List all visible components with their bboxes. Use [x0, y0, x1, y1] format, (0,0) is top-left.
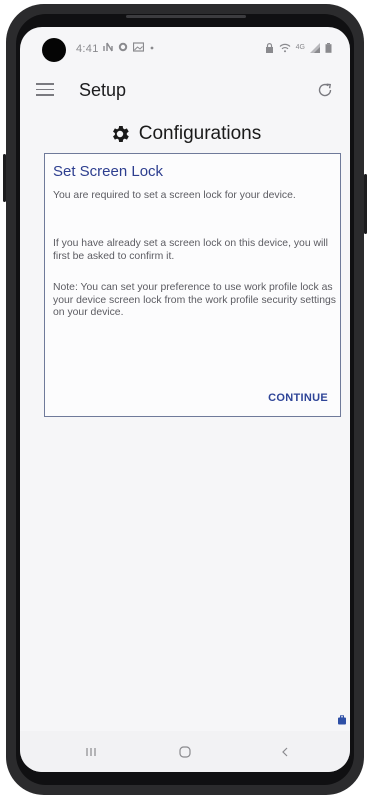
lte-icon: 4G	[295, 44, 305, 51]
system-status-icons: 4G	[265, 42, 332, 54]
refresh-icon[interactable]	[316, 81, 334, 99]
battery-icon	[325, 43, 332, 53]
navigation-bar	[20, 731, 350, 772]
home-icon[interactable]	[170, 741, 200, 763]
earpiece-speaker	[126, 15, 246, 18]
volume-button	[3, 154, 6, 202]
card-paragraph-confirm: If you have already set a screen lock on…	[53, 238, 328, 262]
screen-lock-card: Set Screen Lock You are required to set …	[44, 153, 341, 417]
configurations-header: Configurations	[20, 119, 350, 149]
work-profile-badge-icon	[338, 715, 346, 725]
recent-apps-icon[interactable]	[76, 741, 106, 763]
network-activity-icon	[103, 42, 113, 52]
status-bar: 4:41 4G	[20, 27, 350, 71]
settings-notification-icon	[118, 42, 128, 52]
front-camera	[42, 38, 66, 62]
app-bar: Setup	[20, 71, 350, 113]
notification-icons	[103, 42, 155, 52]
page-title: Configurations	[138, 123, 262, 144]
card-paragraph-note: Note: You can set your preference to use…	[53, 282, 336, 318]
power-button	[364, 174, 367, 234]
hamburger-menu-icon[interactable]	[36, 83, 54, 97]
back-icon[interactable]	[270, 741, 300, 763]
wifi-icon	[279, 43, 291, 53]
lock-icon	[265, 43, 273, 53]
app-title: Setup	[79, 80, 127, 100]
card-paragraph-requirement: You are required to set a screen lock fo…	[53, 190, 296, 201]
status-time: 4:41	[76, 43, 99, 55]
gear-icon	[112, 126, 129, 142]
signal-icon	[310, 43, 320, 53]
phone-frame: 4:41 4G Setup Configurations Set Screen …	[3, 4, 367, 795]
image-notification-icon	[133, 42, 144, 52]
dot-icon	[150, 46, 154, 50]
phone-screen: 4:41 4G Setup Configurations Set Screen …	[20, 27, 350, 772]
card-title: Set Screen Lock	[53, 163, 164, 180]
continue-button[interactable]: CONTINUE	[268, 392, 328, 404]
